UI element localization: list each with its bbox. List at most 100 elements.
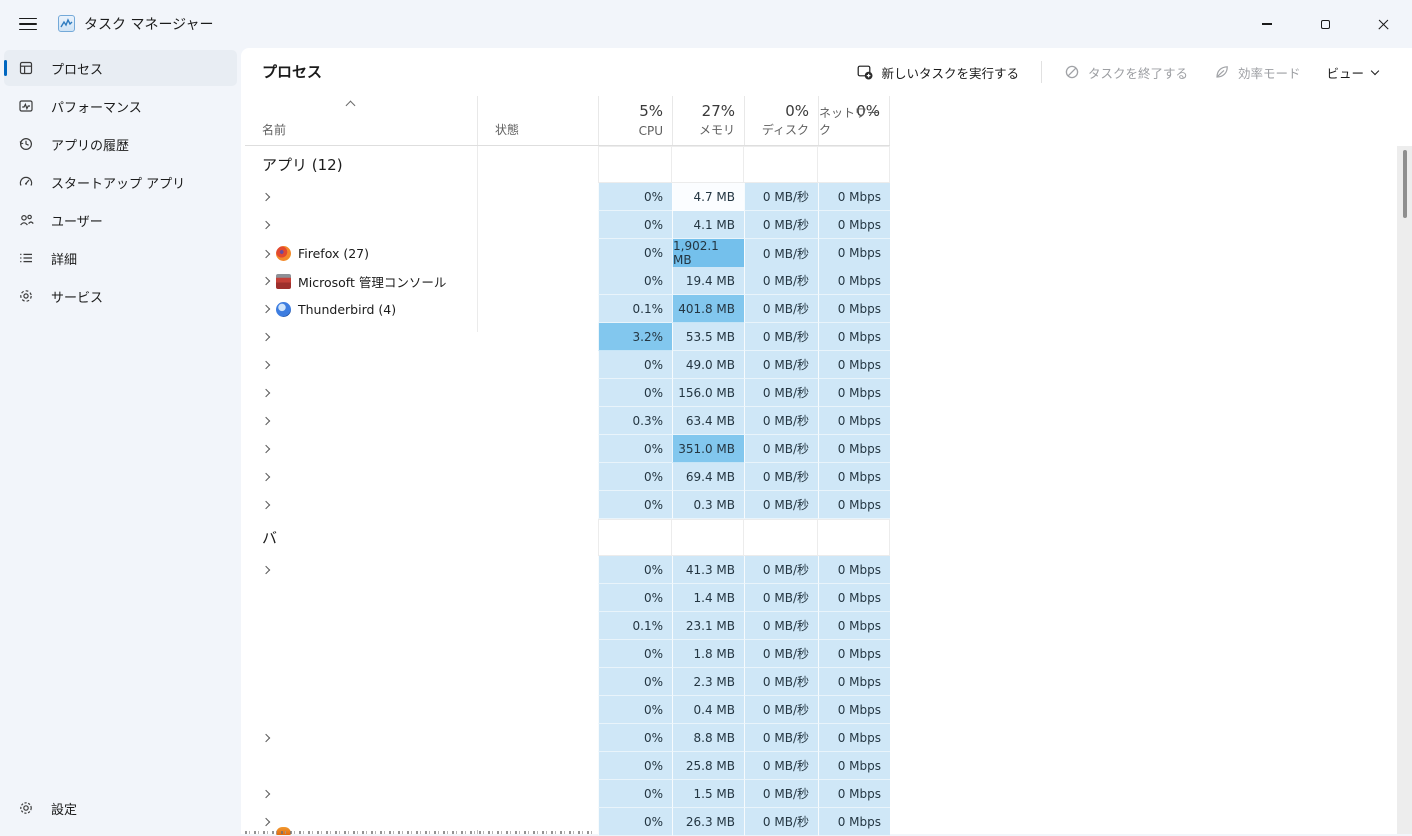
sidebar-item-details[interactable]: 詳細 (4, 240, 237, 276)
column-header-memory[interactable]: 27% メモリ (672, 96, 744, 145)
process-row[interactable]: Thunderbird (4)0.1%401.8 MB0 MB/秒0 Mbps (245, 295, 890, 323)
process-name-cell[interactable] (245, 407, 477, 435)
process-row[interactable]: 0%351.0 MB0 MB/秒0 Mbps (245, 435, 890, 463)
process-row[interactable]: 0%49.0 MB0 MB/秒0 Mbps (245, 351, 890, 379)
expand-chevron-icon[interactable] (262, 277, 270, 285)
end-task-label: タスクを終了する (1088, 63, 1188, 82)
column-header-network[interactable]: 0% ネットワーク (818, 96, 890, 145)
expand-chevron-icon[interactable] (262, 501, 270, 509)
process-name-cell[interactable] (245, 211, 477, 239)
process-row[interactable]: 0%8.8 MB0 MB/秒0 Mbps (245, 724, 890, 752)
sidebar-item-services[interactable]: サービス (4, 278, 237, 314)
process-row[interactable]: Microsoft 管理コンソール0%19.4 MB0 MB/秒0 Mbps (245, 267, 890, 295)
close-button[interactable] (1354, 0, 1412, 48)
memory-value-cell: 0.3 MB (672, 491, 744, 519)
process-name-cell[interactable] (245, 584, 477, 612)
process-row[interactable]: 0%1.5 MB0 MB/秒0 Mbps (245, 780, 890, 808)
expand-chevron-icon[interactable] (262, 473, 270, 481)
process-name-cell[interactable]: Thunderbird (4) (245, 295, 477, 323)
process-row[interactable]: 0%1.8 MB0 MB/秒0 Mbps (245, 640, 890, 668)
expand-chevron-icon[interactable] (262, 566, 270, 574)
run-new-task-button[interactable]: 新しいタスクを実行する (847, 57, 1029, 88)
process-row[interactable]: 0%25.8 MB0 MB/秒0 Mbps (245, 752, 890, 780)
process-name-cell[interactable] (245, 379, 477, 407)
column-header-name[interactable]: 名前 (245, 96, 477, 145)
process-name-cell[interactable] (245, 780, 477, 808)
process-row[interactable]: 0%4.1 MB0 MB/秒0 Mbps (245, 211, 890, 239)
scrollbar-thumb[interactable] (1403, 150, 1407, 218)
process-status-cell (477, 584, 598, 612)
expand-chevron-icon[interactable] (262, 221, 270, 229)
expand-chevron-icon[interactable] (262, 445, 270, 453)
process-name-cell[interactable] (245, 323, 477, 351)
process-row[interactable]: 0.1%23.1 MB0 MB/秒0 Mbps (245, 612, 890, 640)
hamburger-menu-icon[interactable] (14, 10, 42, 38)
process-name-cell[interactable] (245, 640, 477, 668)
memory-value-cell: 156.0 MB (672, 379, 744, 407)
process-name-cell[interactable] (245, 491, 477, 519)
expand-chevron-icon[interactable] (262, 249, 270, 257)
end-task-button[interactable]: タスクを終了する (1054, 57, 1198, 88)
disk-value-cell: 0 MB/秒 (744, 640, 818, 668)
disk-value-cell: 0 MB/秒 (744, 407, 818, 435)
sidebar-item-processes[interactable]: プロセス (4, 50, 237, 86)
process-row[interactable]: 0%4.7 MB0 MB/秒0 Mbps (245, 183, 890, 211)
memory-value-cell: 25.8 MB (672, 752, 744, 780)
memory-total: 27% (702, 102, 735, 120)
sidebar-item-performance[interactable]: パフォーマンス (4, 88, 237, 124)
vertical-scrollbar[interactable] (1397, 146, 1412, 834)
process-name-cell[interactable] (245, 463, 477, 491)
expand-chevron-icon[interactable] (262, 305, 270, 313)
sidebar-item-settings[interactable]: 設定 (4, 790, 237, 826)
memory-value-cell: 401.8 MB (672, 295, 744, 323)
efficiency-mode-button[interactable]: 効率モード (1204, 57, 1311, 88)
run-new-task-label: 新しいタスクを実行する (881, 63, 1019, 82)
column-header-disk[interactable]: 0% ディスク (744, 96, 818, 145)
sidebar-item-startup-apps[interactable]: スタートアップ アプリ (4, 164, 237, 200)
group-header-row[interactable]: バ (245, 519, 890, 556)
process-row[interactable]: 0%1.4 MB0 MB/秒0 Mbps (245, 584, 890, 612)
column-header-cpu[interactable]: 5% CPU (598, 96, 672, 145)
group-header-row[interactable]: アプリ (12) (245, 146, 890, 183)
process-name-cell[interactable]: Microsoft 管理コンソール (245, 267, 477, 295)
minimize-button[interactable] (1238, 0, 1296, 48)
process-name-cell[interactable]: Firefox (27) (245, 239, 477, 268)
column-header-status[interactable]: 状態 (477, 96, 598, 145)
expand-chevron-icon[interactable] (262, 361, 270, 369)
maximize-button[interactable] (1296, 0, 1354, 48)
sort-ascending-icon (347, 100, 355, 108)
expand-chevron-icon[interactable] (262, 734, 270, 742)
group-empty-cell (672, 146, 744, 183)
expand-chevron-icon[interactable] (262, 333, 270, 341)
expand-chevron-icon[interactable] (262, 818, 270, 826)
group-empty-cell (818, 146, 890, 183)
process-row[interactable]: 0%2.3 MB0 MB/秒0 Mbps (245, 668, 890, 696)
process-name-cell[interactable] (245, 556, 477, 584)
view-button[interactable]: ビュー (1316, 57, 1388, 88)
memory-value-cell: 4.7 MB (672, 183, 744, 211)
expand-chevron-icon[interactable] (262, 417, 270, 425)
process-name-cell[interactable] (245, 612, 477, 640)
process-row[interactable]: 3.2%53.5 MB0 MB/秒0 Mbps (245, 323, 890, 351)
process-name-cell[interactable] (245, 183, 477, 211)
process-row[interactable]: 0%156.0 MB0 MB/秒0 Mbps (245, 379, 890, 407)
sidebar-item-users[interactable]: ユーザー (4, 202, 237, 238)
group-empty-cell (672, 519, 744, 556)
process-row[interactable]: Firefox (27)0%1,902.1 MB0 MB/秒0 Mbps (245, 239, 890, 267)
sidebar-item-app-history[interactable]: アプリの履歴 (4, 126, 237, 162)
process-name-cell[interactable] (245, 752, 477, 780)
process-name-cell[interactable] (245, 668, 477, 696)
process-name-cell[interactable] (245, 435, 477, 463)
process-row[interactable]: 0%41.3 MB0 MB/秒0 Mbps (245, 556, 890, 584)
disk-value-cell: 0 MB/秒 (744, 780, 818, 808)
process-name-cell[interactable] (245, 724, 477, 752)
process-row[interactable]: 0%69.4 MB0 MB/秒0 Mbps (245, 463, 890, 491)
process-name-cell[interactable] (245, 696, 477, 724)
expand-chevron-icon[interactable] (262, 790, 270, 798)
process-row[interactable]: 0%0.3 MB0 MB/秒0 Mbps (245, 491, 890, 519)
process-row[interactable]: 0.3%63.4 MB0 MB/秒0 Mbps (245, 407, 890, 435)
expand-chevron-icon[interactable] (262, 389, 270, 397)
process-name-cell[interactable] (245, 351, 477, 379)
process-row[interactable]: 0%0.4 MB0 MB/秒0 Mbps (245, 696, 890, 724)
expand-chevron-icon[interactable] (262, 193, 270, 201)
